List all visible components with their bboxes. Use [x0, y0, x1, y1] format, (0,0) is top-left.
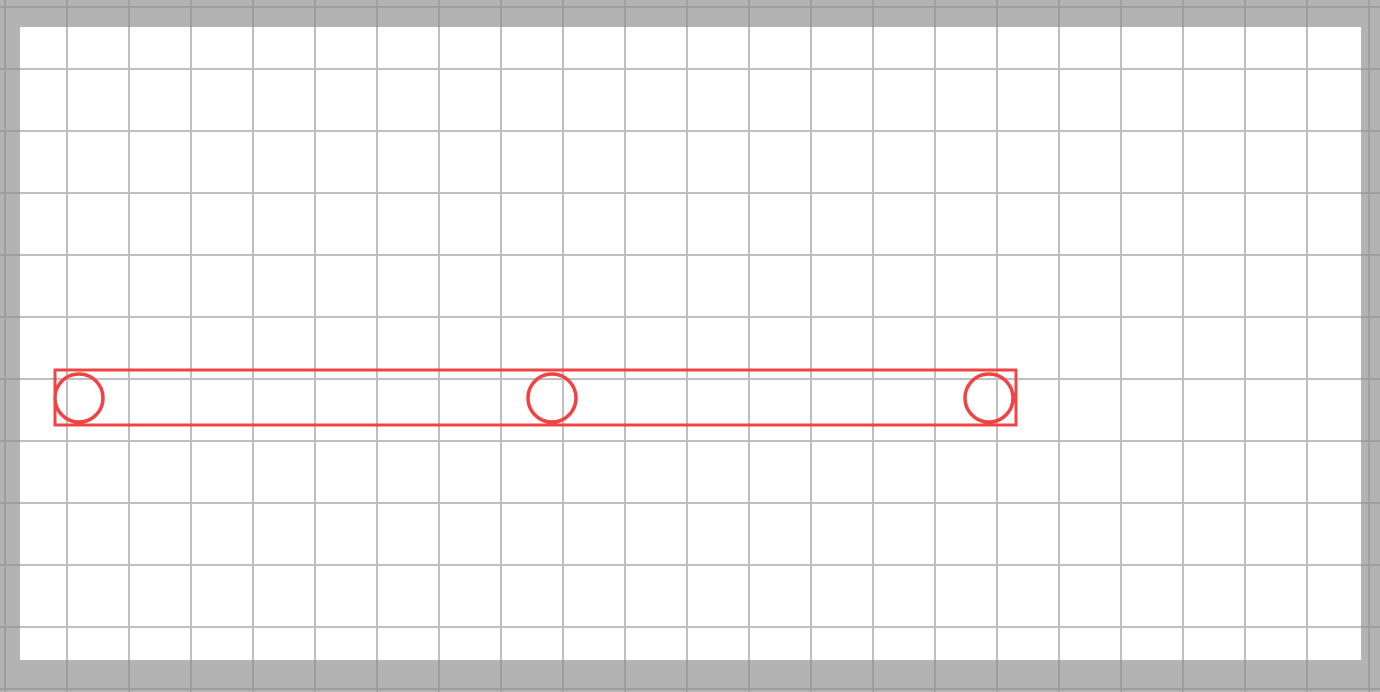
diagram-svg — [0, 0, 1380, 692]
diagram-canvas — [0, 0, 1380, 692]
